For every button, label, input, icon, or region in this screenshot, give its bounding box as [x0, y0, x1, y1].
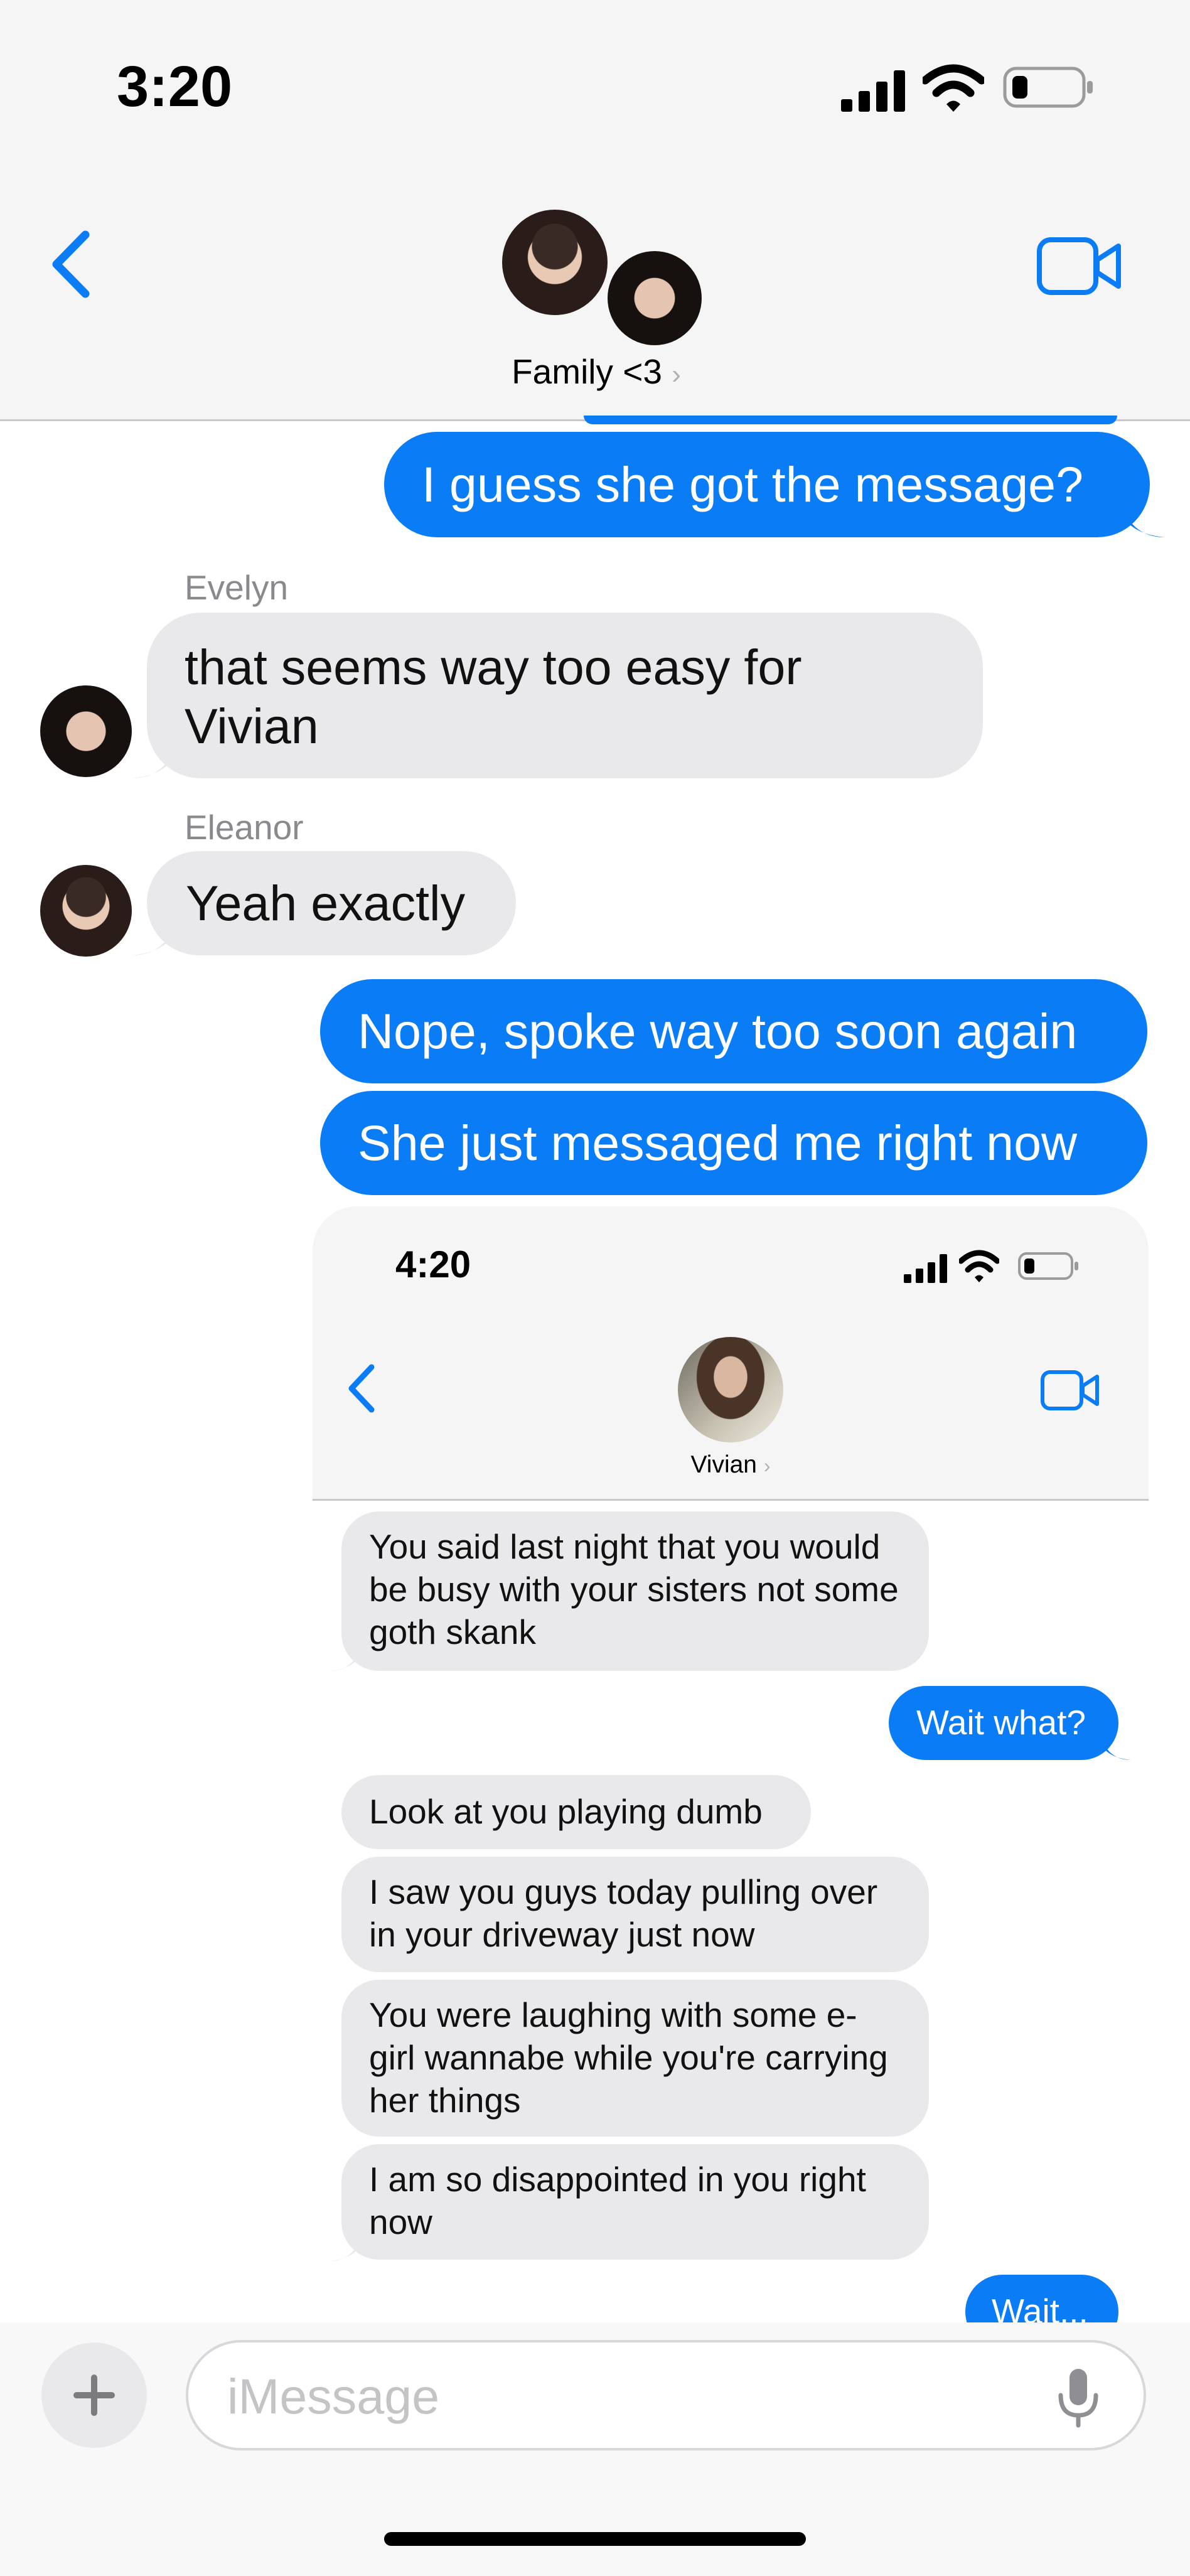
bubble-tail: [1097, 1735, 1132, 1763]
message-text: Nope, spoke way too soon again: [358, 1003, 1078, 1059]
screenshot-received-message: I am so disappointed in you right now: [341, 2144, 929, 2260]
sender-avatar-evelyn[interactable]: [40, 685, 132, 777]
chevron-left-icon: [348, 1364, 375, 1413]
message-text: Wait...: [992, 2292, 1088, 2324]
message-input-placeholder: iMessage: [227, 2368, 440, 2424]
screenshot-sent-message: Wait what?: [889, 1686, 1118, 1760]
message-text: I saw you guys today pulling over in you…: [369, 1872, 878, 1954]
cellular-signal-icon: [904, 1253, 949, 1283]
bubble-tail: [129, 920, 180, 958]
plus-icon: [73, 2375, 115, 2416]
screenshot-received-message: I saw you guys today pulling over in you…: [341, 1857, 929, 1972]
screenshot-back-button: [344, 1363, 379, 1414]
contact-name-label: Vivian: [690, 1451, 758, 1478]
screenshot-avatar-vivian: [678, 1337, 783, 1442]
battery-icon: [1003, 65, 1095, 109]
message-text: I guess she got the message?: [422, 456, 1084, 512]
message-text: She just messaged me right now: [358, 1115, 1078, 1171]
screenshot-received-message: Look at you playing dumb: [341, 1775, 811, 1849]
screenshot-attachment[interactable]: 4:20 Vivian › You said last night that y…: [313, 1206, 1149, 2324]
screenshot-contact-name: Vivian ›: [605, 1451, 856, 1479]
bubble-tail: [129, 743, 180, 781]
video-camera-icon: [1041, 1370, 1099, 1410]
message-text: Look at you playing dumb: [369, 1792, 763, 1831]
group-name-button[interactable]: Family <3 ›: [439, 352, 753, 392]
wifi-icon: [958, 1249, 1000, 1283]
received-message[interactable]: Yeah exactly: [147, 851, 516, 955]
screenshot-video-button: [1041, 1370, 1100, 1411]
bubble-tail: [329, 1646, 364, 1673]
sender-avatar-eleanor[interactable]: [40, 865, 132, 957]
group-name-label: Family <3: [512, 352, 662, 391]
sent-message[interactable]: I guess she got the message?: [384, 432, 1150, 537]
chevron-right-icon: ›: [763, 1454, 771, 1477]
message-text: I am so disappointed in you right now: [369, 2160, 866, 2241]
screenshot-sent-message: Wait...: [965, 2275, 1118, 2324]
partial-message-bubble: [584, 416, 1117, 424]
group-avatar-eleanor[interactable]: [500, 207, 610, 318]
sender-name: Evelyn: [185, 568, 289, 607]
status-time: 3:20: [117, 55, 233, 119]
chevron-right-icon: ›: [672, 359, 681, 390]
dictation-button[interactable]: [1052, 2368, 1105, 2428]
bubble-tail: [1117, 502, 1167, 540]
cellular-signal-icon: [841, 68, 908, 112]
sent-message[interactable]: She just messaged me right now: [320, 1091, 1147, 1195]
video-camera-icon: [1037, 237, 1121, 295]
message-text: Yeah exactly: [186, 875, 466, 931]
bubble-tail: [329, 2236, 364, 2263]
received-message[interactable]: that seems way too easy for Vivian: [147, 613, 983, 778]
message-text: that seems way too easy for Vivian: [185, 639, 802, 754]
screenshot-received-message: You said last night that you would be bu…: [341, 1511, 929, 1671]
video-call-button[interactable]: [1037, 236, 1122, 296]
chevron-left-icon: [52, 230, 90, 298]
message-text: You were laughing with some e-girl wanna…: [369, 1995, 888, 2120]
sent-message[interactable]: Nope, spoke way too soon again: [320, 979, 1147, 1083]
message-text: You said last night that you would be bu…: [369, 1527, 899, 1651]
message-input[interactable]: iMessage: [186, 2340, 1146, 2450]
message-text: Wait what?: [916, 1703, 1086, 1742]
screenshot-received-message: You were laughing with some e-girl wanna…: [341, 1980, 929, 2137]
back-button[interactable]: [46, 230, 97, 299]
screenshot-status-time: 4:20: [395, 1243, 471, 1285]
wifi-icon: [921, 63, 986, 113]
apps-button[interactable]: [41, 2343, 147, 2448]
sender-name: Eleanor: [185, 808, 304, 847]
home-indicator: [384, 2532, 806, 2546]
group-avatar-evelyn[interactable]: [604, 247, 705, 349]
microphone-icon: [1058, 2369, 1098, 2428]
battery-icon: [1018, 1252, 1080, 1280]
